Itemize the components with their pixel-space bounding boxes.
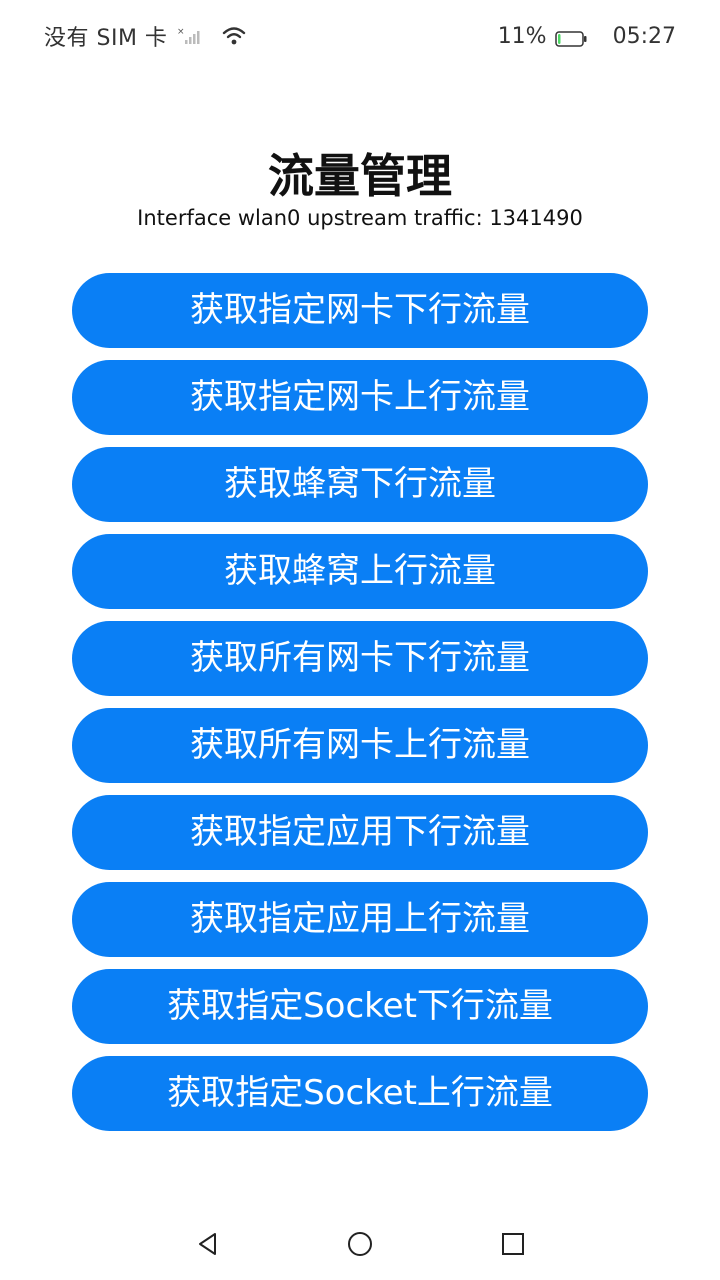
get-cellular-downstream-button[interactable]: 获取蜂窝下行流量 [72,447,648,522]
get-all-nic-upstream-button[interactable]: 获取所有网卡上行流量 [72,708,648,783]
page-title: 流量管理 [268,149,452,203]
get-specified-socket-upstream-button[interactable]: 获取指定Socket上行流量 [72,1056,648,1131]
get-all-nic-downstream-button[interactable]: 获取所有网卡下行流量 [72,621,648,696]
clock-time: 05:27 [612,23,676,49]
navigation-bar [0,1208,720,1280]
back-icon[interactable] [194,1230,222,1258]
wifi-icon [221,25,247,47]
svg-text:×: × [177,27,185,37]
get-specified-app-upstream-button[interactable]: 获取指定应用上行流量 [72,882,648,957]
status-left: 没有 SIM 卡 × [44,18,247,54]
get-cellular-upstream-button[interactable]: 获取蜂窝上行流量 [72,534,648,609]
home-icon[interactable] [346,1230,374,1258]
traffic-info-text: Interface wlan0 upstream traffic: 134149… [137,206,583,230]
battery-percent: 11% [497,23,547,49]
action-button-list: 获取指定网卡下行流量 获取指定网卡上行流量 获取蜂窝下行流量 获取蜂窝上行流量 … [72,273,648,1143]
get-specified-nic-downstream-button[interactable]: 获取指定网卡下行流量 [72,273,648,348]
get-specified-socket-downstream-button[interactable]: 获取指定Socket下行流量 [72,969,648,1044]
status-bar: 没有 SIM 卡 × 11% 05:27 [0,0,720,72]
get-specified-app-downstream-button[interactable]: 获取指定应用下行流量 [72,795,648,870]
battery-icon [554,28,587,47]
get-specified-nic-upstream-button[interactable]: 获取指定网卡上行流量 [72,360,648,435]
sim-status-text: 没有 SIM 卡 [44,26,168,51]
signal-icon: × [177,25,203,47]
recent-apps-icon[interactable] [499,1230,527,1258]
status-right: 11% 05:27 [498,18,676,54]
